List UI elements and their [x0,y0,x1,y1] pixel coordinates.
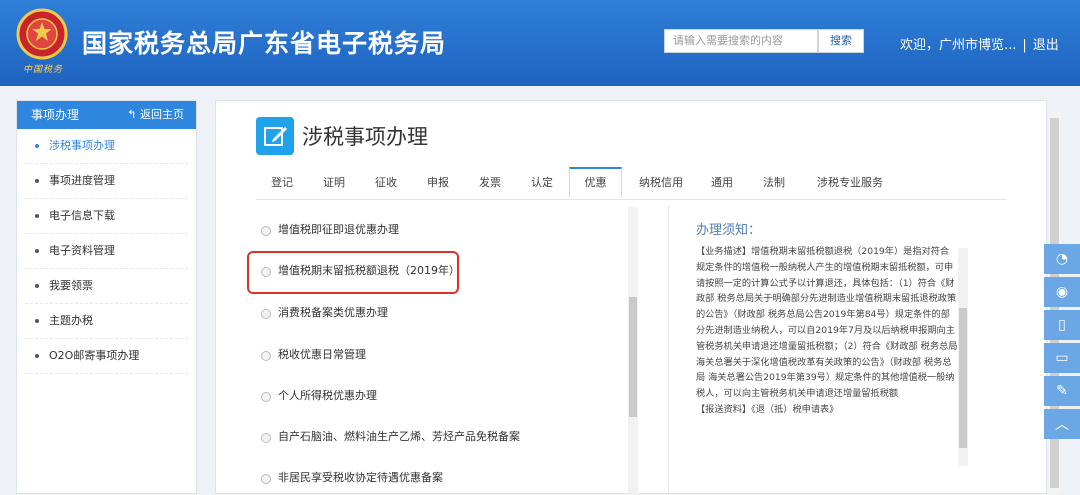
bullet-icon [35,179,39,183]
list-item[interactable]: 消费税备案类优惠办理 [256,294,616,332]
floating-toolbar: ◔ ◉ ▯ ▭ ✎ ︿ [1044,244,1080,442]
matter-list: 增值税即征即退优惠办理 增值税期末留抵税额退税（2019年） 消费税备案类优惠办… [256,205,630,495]
list-item-label: 税收优惠日常管理 [278,348,366,361]
list-item[interactable]: 个人所得税优惠办理 [256,377,616,415]
bullet-icon [35,354,39,358]
search-input[interactable]: 请输入需要搜索的内容 [664,29,818,53]
sidebar-item-progress[interactable]: 事项进度管理 [25,164,188,199]
bullet-icon [35,214,39,218]
sidebar-header: 事项办理 ↰ 返回主页 [17,101,196,129]
sidebar-item-invoice[interactable]: 我要领票 [25,269,188,304]
logout-link[interactable]: 退出 [1033,38,1059,53]
radio-button[interactable] [261,309,271,319]
tab-certification[interactable]: 认定 [524,167,560,198]
list-item-label: 自产石脑油、燃料油生产乙烯、芳烃产品免税备案 [278,430,520,443]
top-header: 中国税务 国家税务总局广东省电子税务局 请输入需要搜索的内容 搜索 欢迎，广州市… [0,0,1080,86]
sidebar-item-topics[interactable]: 主题办税 [25,304,188,339]
page-title: 涉税事项办理 [302,125,428,149]
list-item-label: 个人所得税优惠办理 [278,389,377,402]
tab-invoice[interactable]: 发票 [472,167,508,198]
tab-tax-credit[interactable]: 纳税信用 [634,167,688,198]
weibo-icon[interactable]: ◉ [1044,277,1080,307]
app-icon[interactable]: ▭ [1044,343,1080,373]
scrollbar-thumb[interactable] [629,297,637,417]
sidebar-item-label: 我要领票 [49,279,93,292]
sidebar-item-label: 电子信息下载 [49,209,115,222]
list-item[interactable]: 增值税即征即退优惠办理 [256,211,616,249]
list-item-label: 非居民享受税收协定待遇优惠备案 [278,471,443,484]
sidebar-item-tax-matters[interactable]: 涉税事项办理 [25,129,188,164]
notice-paragraph: 【业务描述】增值税期末留抵税额退税（2019年）是指对符合规定条件的增值税一般纳… [696,246,958,400]
sidebar-heading: 事项办理 [31,108,80,122]
sidebar-item-label: 主题办税 [49,314,93,327]
welcome-text[interactable]: 欢迎，广州市博览... [900,38,1016,53]
list-item[interactable]: 自产石脑油、燃料油生产乙烯、芳烃产品免税备案 [256,418,616,456]
tab-bar: 登记 证明 征收 申报 发票 认定 优惠 纳税信用 通用 法制 涉税专业服务 [256,167,1006,200]
divider [668,205,669,495]
feedback-icon[interactable]: ✎ [1044,376,1080,406]
notice-paragraph: 【报送资料】《退（抵）税申请表》 [696,403,839,415]
search-button[interactable]: 搜索 [818,29,864,53]
radio-button[interactable] [261,392,271,402]
bullet-icon [35,284,39,288]
bullet-icon [35,249,39,253]
list-item-label: 消费税备案类优惠办理 [278,306,388,319]
list-item[interactable]: 非居民享受税收协定待遇优惠备案 [256,459,616,495]
scrollbar-thumb[interactable] [959,308,967,448]
notice-content: 【业务描述】增值税期末留抵税额退税（2019年）是指对符合规定条件的增值税一般纳… [696,244,958,462]
selection-highlight [247,251,459,294]
tab-preferential[interactable]: 优惠 [569,167,622,198]
radio-button[interactable] [261,351,271,361]
radio-button[interactable] [261,433,271,443]
tab-legal[interactable]: 法制 [756,167,792,198]
back-home-label: 返回主页 [140,108,184,121]
sidebar-item-o2o[interactable]: O2O邮寄事项办理 [25,339,188,374]
notice-title: 办理须知： [696,223,762,238]
sidebar-item-label: 事项进度管理 [49,174,115,187]
notice-scrollbar[interactable] [958,248,968,466]
back-home-link[interactable]: ↰ 返回主页 [127,101,184,129]
tab-declaration[interactable]: 申报 [420,167,456,198]
list-scrollbar[interactable] [628,207,638,495]
sidebar-item-label: 电子资料管理 [49,244,115,257]
mobile-icon[interactable]: ▯ [1044,310,1080,340]
site-title: 国家税务总局广东省电子税务局 [82,29,447,58]
back-arrow-icon: ↰ [127,108,140,121]
national-emblem-icon [16,8,68,60]
edit-icon [256,117,294,155]
tab-registration[interactable]: 登记 [264,167,300,198]
back-to-top-icon[interactable]: ︿ [1044,409,1080,439]
sidebar: 事项办理 ↰ 返回主页 涉税事项办理 事项进度管理 电子信息下载 电子资料管理 … [16,100,197,494]
bullet-icon [35,319,39,323]
main-panel: 涉税事项办理 登记 证明 征收 申报 发票 认定 优惠 纳税信用 通用 法制 涉… [215,100,1047,495]
tab-professional-service[interactable]: 涉税专业服务 [810,167,890,198]
sidebar-item-download[interactable]: 电子信息下载 [25,199,188,234]
tab-collection[interactable]: 征收 [368,167,404,198]
tab-certificate[interactable]: 证明 [316,167,352,198]
sidebar-item-documents[interactable]: 电子资料管理 [25,234,188,269]
radio-button[interactable] [261,474,271,484]
separator: | [1022,38,1027,53]
radio-button[interactable] [261,226,271,236]
user-welcome: 欢迎，广州市博览... | 退出 [900,34,1059,53]
wechat-icon[interactable]: ◔ [1044,244,1080,274]
bullet-icon [35,144,39,148]
emblem-caption: 中国税务 [22,65,63,75]
list-item-label: 增值税即征即退优惠办理 [278,223,399,236]
sidebar-item-label: O2O邮寄事项办理 [49,349,140,362]
sidebar-item-label: 涉税事项办理 [49,139,115,152]
list-item[interactable]: 税收优惠日常管理 [256,336,616,374]
tab-general[interactable]: 通用 [704,167,740,198]
